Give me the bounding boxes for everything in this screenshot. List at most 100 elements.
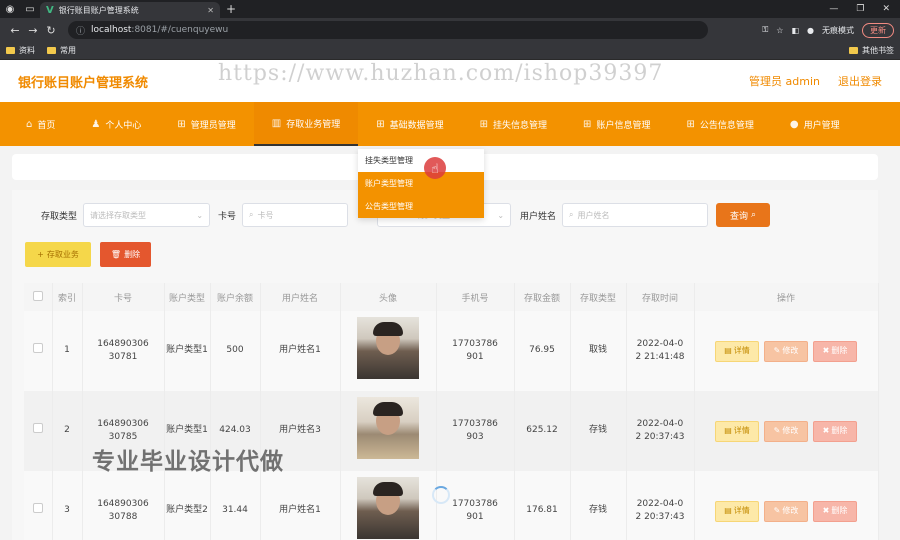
column-header[interactable]: 用户姓名 xyxy=(260,283,341,311)
avatar xyxy=(357,477,419,540)
select-all-checkbox[interactable] xyxy=(32,290,43,301)
incognito-icon: ● xyxy=(807,25,814,35)
menu-item-notice[interactable]: ⊞ 公告信息管理 xyxy=(668,102,771,146)
menu-item-basic-data[interactable]: ⊞ 基础数据管理 xyxy=(358,102,461,146)
grid-icon: ⊞ xyxy=(479,118,489,130)
avatar xyxy=(357,397,419,460)
search-icon: ⌕ xyxy=(249,210,254,219)
back-icon[interactable]: ← xyxy=(6,24,24,37)
dropdown-item-notice-type[interactable]: 公告类型管理 xyxy=(358,195,484,218)
delete-button[interactable]: ✖ 删除 xyxy=(813,420,857,442)
edit-button[interactable]: ✎ 修改 xyxy=(764,500,808,522)
tab-title: 银行账目账户管理系统 xyxy=(58,5,139,15)
menu-item-home[interactable]: ⌂ 首页 xyxy=(8,102,73,146)
folder-icon xyxy=(47,47,56,54)
close-window-icon[interactable]: ✕ xyxy=(882,4,890,14)
other-bookmarks[interactable]: 其他书签 xyxy=(849,45,894,56)
cell-time: 2022-04-0 2 21:41:48 xyxy=(626,311,695,391)
column-header[interactable]: 账户余额 xyxy=(210,283,261,311)
row-checkbox[interactable] xyxy=(32,423,43,434)
column-header: 头像 xyxy=(340,283,437,311)
menu-item-deposit[interactable]: ▥ 存取业务管理 xyxy=(253,102,359,146)
edit-button[interactable]: ✎ 修改 xyxy=(764,420,808,442)
url-host: localhost xyxy=(91,25,132,35)
hand-cursor-icon: ☝ xyxy=(431,162,439,177)
cell-index: 1 xyxy=(52,311,83,391)
forward-icon[interactable]: → xyxy=(24,24,42,37)
update-button[interactable]: 更新 xyxy=(862,22,894,38)
sidebar-icon[interactable]: ◧ xyxy=(791,26,799,35)
detail-button[interactable]: ▤ 详情 xyxy=(715,500,759,522)
incognito-label: 无痕模式 xyxy=(822,25,854,35)
bookmark-folder[interactable]: 资料 xyxy=(6,45,35,56)
close-tab-icon[interactable]: ✕ xyxy=(207,6,214,15)
chevron-down-icon: ⌄ xyxy=(497,210,505,220)
add-record-button[interactable]: + 存取业务 xyxy=(25,242,91,267)
browser-tab[interactable]: V 银行账目账户管理系统 ✕ xyxy=(40,2,220,18)
menu-item-admin[interactable]: ⊞ 管理员管理 xyxy=(159,102,253,146)
card-label: 卡号 xyxy=(218,211,237,222)
dropdown-item-loss-type[interactable]: 挂失类型管理 xyxy=(358,149,484,172)
detail-button[interactable]: ▤ 详情 xyxy=(715,420,759,442)
column-header[interactable]: 存取类型 xyxy=(570,283,627,311)
card-input[interactable]: ⌕ 卡号 xyxy=(242,203,349,227)
cell-time: 2022-04-0 2 20:37:43 xyxy=(626,391,695,471)
search-icon: ⌕ xyxy=(569,210,574,219)
logout-link[interactable]: 退出登录 xyxy=(838,73,882,89)
restore-icon[interactable]: ❐ xyxy=(856,4,864,14)
column-header[interactable]: 存取金额 xyxy=(514,283,571,311)
minimize-icon[interactable]: — xyxy=(829,4,838,14)
cell-phone: 17703786 901 xyxy=(436,471,515,540)
trash-icon: ✖ xyxy=(822,426,830,435)
name-label: 用户姓名 xyxy=(520,211,557,222)
watermark-url: https://www.huzhan.com/ishop39397 xyxy=(218,61,664,86)
app-title: 银行账目账户管理系统 xyxy=(18,75,149,91)
delete-button[interactable]: ✖ 删除 xyxy=(813,340,857,362)
new-tab-icon[interactable]: + xyxy=(226,2,236,16)
star-icon[interactable]: ☆ xyxy=(776,26,783,35)
user-icon: ♟ xyxy=(91,118,101,130)
column-header[interactable]: 索引 xyxy=(52,283,83,311)
row-checkbox[interactable] xyxy=(32,503,43,514)
table-row[interactable]: 1 164890306 30781 账户类型1 500 用户姓名1 1770378… xyxy=(24,311,879,391)
column-header[interactable]: 存取时间 xyxy=(626,283,695,311)
grid-icon: ⊞ xyxy=(376,118,385,130)
main-menu: ⌂ 首页 ♟ 个人中心 ⊞ 管理员管理 ▥ 存取业务管理 ⊞ 基础数据管理 ⊞ 挂失信息管理… xyxy=(0,102,900,146)
menu-item-account[interactable]: ⊞ 账户信息管理 xyxy=(565,102,668,146)
column-header: 操作 xyxy=(694,283,879,311)
batch-delete-button[interactable]: 🗑 删除 xyxy=(100,242,151,267)
edit-icon: ✎ xyxy=(773,426,781,435)
cell-name: 用户姓名1 xyxy=(260,471,341,540)
edit-button[interactable]: ✎ 修改 xyxy=(764,340,808,362)
cell-index: 2 xyxy=(52,391,83,471)
column-header[interactable]: 账户类型 xyxy=(164,283,211,311)
browser-menu-icon[interactable]: ◉ xyxy=(0,4,20,15)
name-input[interactable]: ⌕ 用户姓名 xyxy=(562,203,709,227)
query-button[interactable]: 查询 ⌕ xyxy=(716,203,771,227)
menu-item-users[interactable]: ● 用户管理 xyxy=(772,102,858,146)
menu-item-profile[interactable]: ♟ 个人中心 xyxy=(73,102,159,146)
tab-overview-icon[interactable]: ▭ xyxy=(20,4,40,15)
trash-icon: ✖ xyxy=(822,506,830,515)
reload-icon[interactable]: ↻ xyxy=(42,24,60,37)
grid-icon: ⊞ xyxy=(583,118,592,130)
column-header[interactable]: 手机号 xyxy=(436,283,515,311)
browser-tab-bar: ◉ ▭ V 银行账目账户管理系统 ✕ + — ❐ ✕ xyxy=(0,0,900,18)
detail-button[interactable]: ▤ 详情 xyxy=(715,340,759,362)
row-checkbox[interactable] xyxy=(32,343,43,354)
url-field[interactable]: ⓘ localhost :8081/#/cuenquyewu xyxy=(68,21,708,39)
key-icon[interactable]: ⚿ xyxy=(762,25,768,35)
table-row[interactable]: 3 164890306 30788 账户类型2 31.44 用户姓名1 17703… xyxy=(24,471,879,540)
dropdown-item-account-type[interactable]: 账户类型管理 xyxy=(358,172,484,195)
url-path: :8081/#/cuenquyewu xyxy=(131,25,229,35)
bookmark-folder[interactable]: 常用 xyxy=(47,45,76,56)
table-header: 索引 卡号 账户类型 账户余额 用户姓名 头像 手机号 存取金额 存取类型 存取… xyxy=(24,283,879,311)
promo-watermark: 专业毕业设计代做 xyxy=(92,449,284,475)
cell-balance: 500 xyxy=(210,311,261,391)
column-header[interactable]: 卡号 xyxy=(82,283,165,311)
type-select[interactable]: 请选择存取类型 ⌄ xyxy=(83,203,211,227)
delete-button[interactable]: ✖ 删除 xyxy=(813,500,857,522)
menu-item-loss[interactable]: ⊞ 挂失信息管理 xyxy=(462,102,565,146)
cell-amount: 176.81 xyxy=(514,471,571,540)
chat-icon: ● xyxy=(789,118,799,130)
